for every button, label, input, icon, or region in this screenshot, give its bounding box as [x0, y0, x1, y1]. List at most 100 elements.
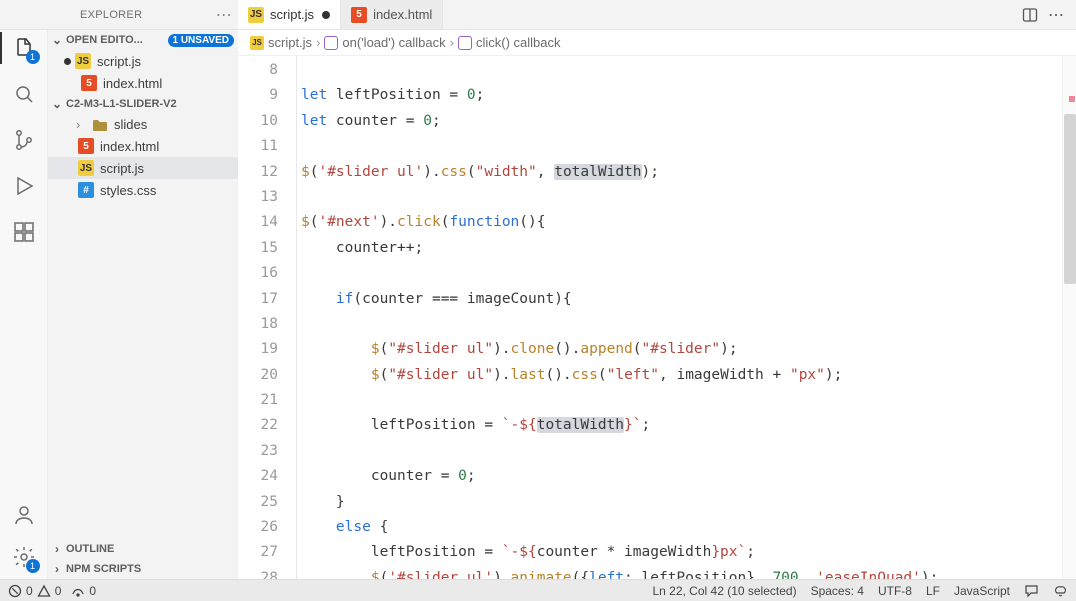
code-line[interactable]: else {	[297, 515, 1076, 540]
tab-label: index.html	[373, 7, 432, 22]
account-icon[interactable]	[10, 501, 38, 529]
chevron-right-icon: ›	[76, 117, 86, 132]
breadcrumb-item[interactable]: script.js	[268, 35, 312, 50]
code-line[interactable]: leftPosition = `-${counter * imageWidth}…	[297, 540, 1076, 565]
run-debug-icon[interactable]	[10, 172, 38, 200]
editor-more-icon[interactable]: ⋯	[1048, 5, 1064, 25]
explorer-badge: 1	[26, 50, 40, 64]
line-number: 17	[238, 287, 278, 312]
html-icon: 5	[351, 7, 367, 23]
line-number: 10	[238, 109, 278, 134]
line-number: 14	[238, 210, 278, 235]
line-number: 28	[238, 566, 278, 579]
line-number-gutter: 8910111213141516171819202122232425262728	[238, 56, 296, 579]
symbol-method-icon	[324, 36, 338, 50]
search-icon[interactable]	[10, 80, 38, 108]
code-line[interactable]: $('#slider ul').css("width", totalWidth)…	[297, 160, 1076, 185]
source-control-icon[interactable]	[10, 126, 38, 154]
js-icon: JS	[250, 36, 264, 50]
minimap[interactable]	[1062, 56, 1076, 579]
code-editor[interactable]: 8910111213141516171819202122232425262728…	[238, 56, 1076, 579]
tab-index-html[interactable]: 5 index.html	[341, 0, 443, 29]
status-indent[interactable]: Spaces: 4	[811, 584, 864, 598]
code-line[interactable]: $("#slider ul").last().css("left", image…	[297, 363, 1076, 388]
folder-slides[interactable]: › slides	[48, 114, 238, 135]
line-number: 8	[238, 58, 278, 83]
status-eol[interactable]: LF	[926, 584, 940, 598]
explorer-icon[interactable]: 1	[10, 34, 38, 62]
code-content[interactable]: let leftPosition = 0;let counter = 0; $(…	[296, 56, 1076, 579]
project-header[interactable]: ⌄ C2-M3-L1-SLIDER-V2	[48, 94, 238, 114]
code-line[interactable]	[297, 439, 1076, 464]
open-editor-script-js[interactable]: JS script.js	[48, 50, 238, 72]
js-icon: JS	[78, 160, 94, 176]
file-label: index.html	[103, 76, 162, 91]
code-line[interactable]: let counter = 0;	[297, 109, 1076, 134]
code-line[interactable]	[297, 134, 1076, 159]
extensions-icon[interactable]	[10, 218, 38, 246]
code-line[interactable]	[297, 388, 1076, 413]
status-feedback-icon[interactable]	[1024, 583, 1039, 598]
code-line[interactable]: leftPosition = `-${totalWidth}`;	[297, 413, 1076, 438]
outline-label: OUTLINE	[66, 543, 114, 555]
breadcrumb-item[interactable]: on('load') callback	[342, 35, 445, 50]
chevron-right-icon: ›	[316, 35, 320, 50]
tab-script-js[interactable]: JS script.js	[238, 0, 341, 29]
explorer-heading: EXPLORER ⋯	[60, 5, 238, 25]
title-bar: EXPLORER ⋯ JS script.js 5 index.html ⋯	[0, 0, 1076, 30]
line-number: 16	[238, 261, 278, 286]
breadcrumb[interactable]: JS script.js › on('load') callback › cli…	[238, 30, 1076, 56]
settings-gear-icon[interactable]: 1	[10, 543, 38, 571]
code-line[interactable]: let leftPosition = 0;	[297, 83, 1076, 108]
line-number: 21	[238, 388, 278, 413]
minimap-marker	[1069, 96, 1075, 102]
line-number: 13	[238, 185, 278, 210]
unsaved-badge: 1 UNSAVED	[168, 34, 235, 47]
open-editors-header[interactable]: ⌄ OPEN EDITO... 1 UNSAVED	[48, 30, 238, 50]
line-number: 24	[238, 464, 278, 489]
code-line[interactable]: $('#slider ul').animate({left: leftPosit…	[297, 566, 1076, 579]
status-port[interactable]: 0	[71, 584, 96, 598]
html-icon: 5	[78, 138, 94, 154]
explorer-more-icon[interactable]: ⋯	[216, 5, 238, 25]
status-problems[interactable]: 0 0	[8, 584, 61, 598]
code-line[interactable]: $('#next').click(function(){	[297, 210, 1076, 235]
status-errors-count: 0	[26, 584, 33, 598]
code-line[interactable]	[297, 261, 1076, 286]
code-line[interactable]: }	[297, 490, 1076, 515]
line-number: 9	[238, 83, 278, 108]
code-line[interactable]: if(counter === imageCount){	[297, 287, 1076, 312]
status-bell-icon[interactable]	[1053, 583, 1068, 598]
code-line[interactable]: $("#slider ul").clone().append("#slider"…	[297, 337, 1076, 362]
code-line[interactable]: counter = 0;	[297, 464, 1076, 489]
line-number: 15	[238, 236, 278, 261]
chevron-right-icon: ›	[450, 35, 454, 50]
status-language[interactable]: JavaScript	[954, 584, 1010, 598]
code-line[interactable]	[297, 185, 1076, 210]
file-label: index.html	[100, 139, 159, 154]
status-warnings-count: 0	[55, 584, 62, 598]
status-selection[interactable]: Ln 22, Col 42 (10 selected)	[652, 584, 796, 598]
file-index-html[interactable]: 5 index.html	[48, 135, 238, 157]
code-line[interactable]	[297, 58, 1076, 83]
code-line[interactable]: counter++;	[297, 236, 1076, 261]
chevron-down-icon: ⌄	[50, 97, 64, 111]
modified-dot-icon	[64, 58, 71, 65]
npm-scripts-header[interactable]: › NPM SCRIPTS	[48, 559, 238, 579]
file-styles-css[interactable]: # styles.css	[48, 179, 238, 201]
js-icon: JS	[75, 53, 91, 69]
file-script-js[interactable]: JS script.js	[48, 157, 238, 179]
status-bar: 0 0 0 Ln 22, Col 42 (10 selected) Spaces…	[0, 579, 1076, 601]
line-number: 11	[238, 134, 278, 159]
split-editor-icon[interactable]	[1022, 7, 1038, 23]
line-number: 27	[238, 540, 278, 565]
line-number: 22	[238, 413, 278, 438]
breadcrumb-item[interactable]: click() callback	[476, 35, 561, 50]
status-encoding[interactable]: UTF-8	[878, 584, 912, 598]
open-editor-index-html[interactable]: 5 index.html	[48, 72, 238, 94]
minimap-scroll-thumb[interactable]	[1064, 114, 1076, 284]
status-port-value: 0	[89, 584, 96, 598]
outline-header[interactable]: › OUTLINE	[48, 539, 238, 559]
code-line[interactable]	[297, 312, 1076, 337]
chevron-right-icon: ›	[50, 542, 64, 556]
